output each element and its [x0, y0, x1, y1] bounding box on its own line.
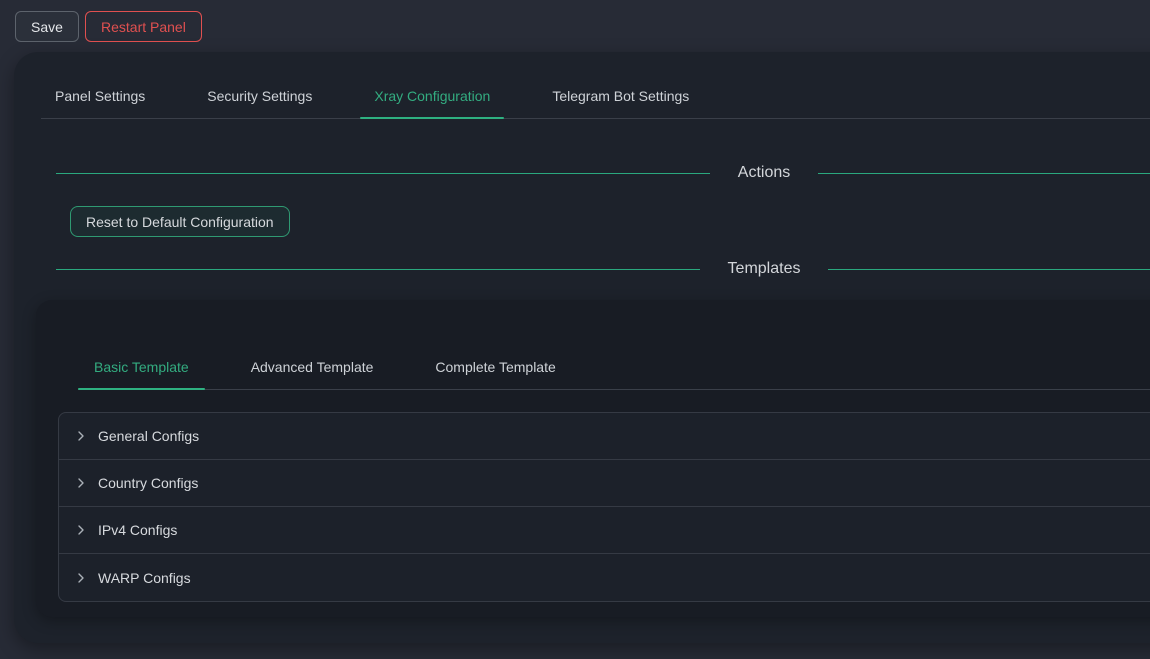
chevron-right-icon [75, 430, 87, 442]
collapse-label: Country Configs [98, 475, 198, 491]
collapse-label: IPv4 Configs [98, 522, 177, 538]
templates-divider: Templates [56, 257, 1150, 281]
collapse-ipv4-configs[interactable]: IPv4 Configs [59, 507, 1150, 554]
actions-divider-title: Actions [710, 164, 818, 182]
settings-tab-bar: Panel Settings Security Settings Xray Co… [41, 75, 1150, 119]
templates-divider-title: Templates [700, 260, 829, 278]
actions-divider: Actions [56, 161, 1150, 185]
actions-button-row: Reset to Default Configuration [70, 206, 1150, 237]
tab-telegram-bot-settings[interactable]: Telegram Bot Settings [538, 75, 703, 118]
template-tab-bar: Basic Template Advanced Template Complet… [78, 300, 1150, 390]
collapse-warp-configs[interactable]: WARP Configs [59, 554, 1150, 601]
collapse-label: General Configs [98, 428, 199, 444]
templates-card: Basic Template Advanced Template Complet… [36, 300, 1150, 617]
collapse-country-configs[interactable]: Country Configs [59, 460, 1150, 507]
template-collapse-group: General Configs Country Configs IPv4 Con… [58, 412, 1150, 602]
reset-default-config-button[interactable]: Reset to Default Configuration [70, 206, 290, 237]
chevron-right-icon [75, 572, 87, 584]
chevron-right-icon [75, 477, 87, 489]
restart-panel-button[interactable]: Restart Panel [85, 11, 202, 42]
tab-complete-template[interactable]: Complete Template [419, 346, 571, 389]
top-action-bar: Save Restart Panel [0, 0, 1150, 52]
save-button[interactable]: Save [15, 11, 79, 42]
tab-panel-settings[interactable]: Panel Settings [41, 75, 159, 118]
collapse-general-configs[interactable]: General Configs [59, 413, 1150, 460]
tab-security-settings[interactable]: Security Settings [193, 75, 326, 118]
chevron-right-icon [75, 524, 87, 536]
settings-card: Panel Settings Security Settings Xray Co… [14, 52, 1150, 643]
tab-xray-configuration[interactable]: Xray Configuration [360, 75, 504, 118]
tab-advanced-template[interactable]: Advanced Template [235, 346, 390, 389]
collapse-label: WARP Configs [98, 570, 191, 586]
tab-basic-template[interactable]: Basic Template [78, 346, 205, 389]
